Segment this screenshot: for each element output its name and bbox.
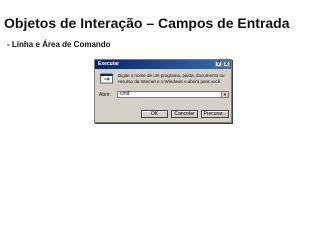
dialog-description: Digite o nome de um programa, pasta, doc…: [118, 73, 225, 84]
slide-title: Objetos de Interação – Campos de Entrada: [4, 15, 290, 31]
cancel-button[interactable]: Cancelar: [171, 110, 198, 118]
close-button[interactable]: x: [223, 61, 230, 67]
dialog-titlebar[interactable]: Executar ? x: [95, 60, 231, 69]
open-input-value: cmd: [120, 91, 130, 97]
run-icon: [100, 73, 113, 84]
help-button[interactable]: ?: [215, 61, 222, 67]
titlebar-buttons: ? x: [215, 61, 230, 67]
chevron-down-icon[interactable]: ▼: [221, 92, 228, 97]
slide-subtitle: - Linha e Área de Comando: [7, 40, 111, 49]
browse-button[interactable]: Procurar...: [201, 110, 229, 118]
ok-button[interactable]: OK: [141, 110, 168, 118]
run-dialog: Executar ? x Digite o nome de um program…: [94, 59, 232, 123]
open-label: Abrir:: [99, 92, 111, 98]
dialog-title: Executar: [98, 61, 120, 67]
open-input[interactable]: cmd ▼: [117, 91, 229, 98]
